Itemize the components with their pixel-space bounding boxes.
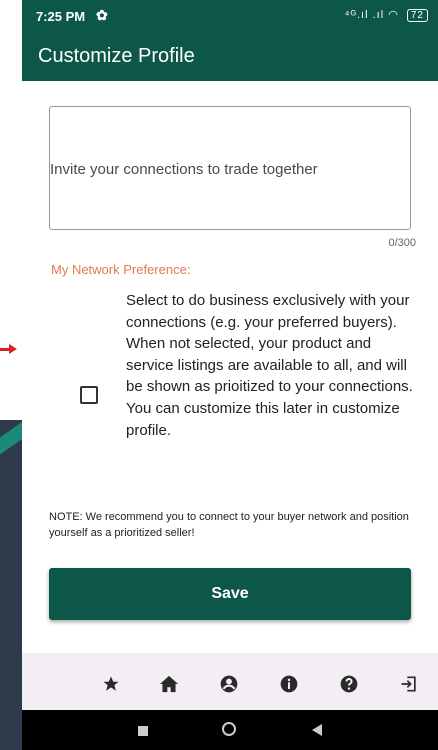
recommendation-note: NOTE: We recommend you to connect to you… — [49, 511, 409, 539]
network-preference-description: Select to do business exclusively with y… — [126, 292, 413, 439]
background-stripe — [0, 420, 22, 750]
account-icon[interactable] — [218, 673, 240, 695]
help-icon[interactable] — [338, 673, 360, 695]
page-title: Customize Profile — [38, 45, 195, 67]
phone-screen: 7:25 PM ✿ ⁴ᴳ.ıl .ıl ◠ 72 Customize Profi… — [22, 0, 438, 750]
network-preference-checkbox[interactable] — [80, 386, 98, 404]
network-preference-label: My Network Preference: — [51, 262, 191, 277]
character-counter: 0/300 — [388, 237, 416, 249]
bio-textarea[interactable]: Invite your connections to trade togethe… — [49, 106, 411, 230]
star-icon[interactable] — [100, 673, 122, 695]
status-bar: 7:25 PM ✿ ⁴ᴳ.ıl .ıl ◠ 72 — [22, 0, 438, 32]
recents-icon[interactable] — [138, 726, 148, 736]
system-navigation-bar — [22, 710, 438, 750]
bottom-navigation — [22, 653, 438, 710]
signal-icon: ⁴ᴳ.ıl .ıl — [344, 9, 385, 21]
home-icon[interactable] — [158, 673, 180, 695]
back-icon[interactable] — [312, 724, 322, 736]
wifi-icon: ◠ — [388, 9, 399, 21]
bio-placeholder: Invite your connections to trade togethe… — [50, 161, 318, 178]
save-button[interactable]: Save — [49, 568, 411, 620]
settings-gear-icon: ✿ — [96, 7, 108, 23]
status-indicators: ⁴ᴳ.ıl .ıl ◠ 72 — [345, 8, 428, 22]
background-photo — [0, 0, 31, 750]
pointer-arrow-head — [9, 344, 17, 354]
status-time: 7:25 PM — [36, 9, 86, 24]
app-bar: Customize Profile — [22, 32, 438, 81]
home-system-icon[interactable] — [222, 722, 236, 736]
battery-icon: 72 — [406, 9, 428, 22]
logout-icon[interactable] — [398, 673, 420, 695]
info-icon[interactable] — [278, 673, 300, 695]
